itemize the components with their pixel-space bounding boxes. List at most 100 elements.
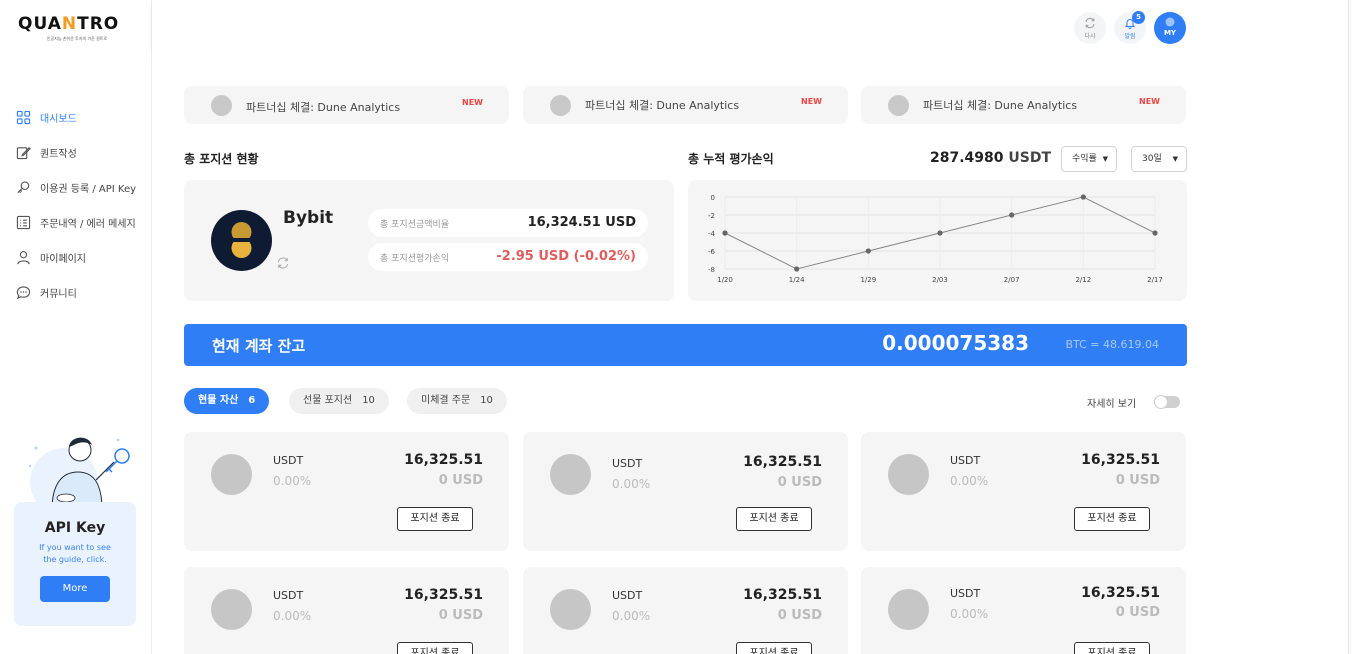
x-tick-label: 2/17	[1147, 276, 1163, 284]
cumulative-line-chart: 0 -2 -4 -6 -81/20 1/24 1/29 2/03 2/07 2/12 2/17	[708, 194, 1163, 284]
person-illustration-icon	[28, 437, 130, 510]
chevron-down-icon: ▼	[1172, 155, 1178, 163]
close-position-button[interactable]: 포지션 종료	[736, 507, 812, 531]
coin-icon	[211, 589, 252, 630]
more-button[interactable]: More	[40, 576, 110, 602]
asset-card: USDT 0.00% 16,325.51 0 USD 포지션 종료	[184, 567, 509, 654]
refresh-label: 다시	[1084, 33, 1096, 40]
asset-amount: 16,325.51	[743, 587, 822, 603]
detail-view-label: 자세히 보기	[1087, 399, 1137, 410]
detail-view-toggle[interactable]	[1154, 395, 1180, 409]
positions-title: 총 포지션 현황	[184, 152, 259, 166]
news-thumbnail	[550, 95, 571, 116]
asset-percent: 0.00%	[273, 609, 312, 623]
asset-amount: 16,325.51	[404, 587, 483, 603]
close-position-button[interactable]: 포지션 종료	[736, 642, 812, 654]
positions-card: Bybit 총 포지션금액비율 16,324.51 USD 총 포지션평가손익 …	[184, 180, 674, 301]
asset-amount: 16,325.51	[1081, 585, 1160, 601]
y-tick-label: 0	[711, 194, 715, 202]
sidebar-item-label: 대시보드	[40, 113, 77, 125]
news-thumbnail	[211, 95, 232, 116]
edit-icon	[16, 146, 31, 159]
asset-symbol: USDT	[950, 587, 981, 600]
alarm-count-badge: 5	[1132, 11, 1145, 24]
sidebar-item-orders[interactable]: 주문내역 / 에러 메세지	[16, 213, 136, 231]
key-icon	[17, 180, 30, 193]
news-item[interactable]: 파트너십 체결: Dune Analytics NEW	[184, 86, 509, 124]
sidebar-item-label: 커뮤니티	[40, 288, 77, 300]
news-text: 파트너십 체결: Dune Analytics	[585, 99, 740, 112]
data-point	[1009, 212, 1015, 218]
x-tick-label: 1/24	[789, 276, 805, 284]
refresh-button[interactable]: 다시	[1074, 12, 1106, 44]
balance-btc-rate: BTC = 48.619.04	[1065, 338, 1160, 351]
new-badge: NEW	[1139, 97, 1160, 106]
my-label: MY	[1163, 29, 1177, 37]
sidebar-item-community[interactable]: 커뮤니티	[16, 283, 136, 301]
sidebar-item-mypage[interactable]: 마이페이지	[16, 248, 136, 266]
asset-percent: 0.00%	[273, 474, 312, 488]
asset-card: USDT 0.00% 16,325.51 0 USD 포지션 종료	[523, 567, 848, 654]
tab-open-orders[interactable]: 미체결 주문 10	[407, 388, 507, 414]
scrollbar[interactable]	[1348, 0, 1352, 654]
close-position-button[interactable]: 포지션 종료	[1074, 642, 1150, 654]
promo-title: API Key	[44, 520, 106, 536]
asset-amount: 16,325.51	[1081, 452, 1160, 468]
sidebar-item-quant-write[interactable]: 퀀트작성	[16, 143, 136, 161]
news-item[interactable]: 파트너십 체결: Dune Analytics NEW	[861, 86, 1186, 124]
asset-usd: 0 USD	[438, 473, 483, 488]
asset-symbol: USDT	[612, 457, 643, 470]
close-position-button[interactable]: 포지션 종료	[397, 507, 473, 531]
data-point	[794, 266, 800, 272]
asset-symbol: USDT	[273, 589, 304, 602]
position-pnl-label: 총 포지션평가손익	[380, 254, 450, 264]
account-balance-bar: 현재 계좌 잔고 0.000075383 BTC = 48.619.04	[184, 324, 1187, 366]
y-tick-label: -4	[708, 230, 716, 238]
asset-percent: 0.00%	[612, 477, 651, 491]
coin-icon	[550, 454, 591, 495]
alarm-label: 알림	[1124, 33, 1136, 40]
user-icon	[17, 250, 30, 264]
news-text: 파트너십 체결: Dune Analytics	[246, 101, 401, 114]
asset-amount: 16,325.51	[743, 454, 822, 470]
asset-usd: 0 USD	[438, 608, 483, 623]
cumulative-value: 287.4980 USDT	[930, 150, 1052, 166]
sidebar-item-label: 이용권 등록 / API Key	[40, 183, 137, 195]
logo-tagline: 인공지능 손쉬운 투자의 기준 퀀트로	[46, 36, 108, 41]
close-position-button[interactable]: 포지션 종료	[1074, 507, 1150, 531]
data-point	[865, 248, 871, 254]
list-icon	[16, 215, 31, 229]
asset-card: USDT 0.00% 16,325.51 0 USD 포지션 종료	[861, 567, 1186, 654]
y-tick-label: -2	[708, 212, 715, 220]
data-point	[937, 230, 943, 236]
promo-description: If you want to see the guide, click.	[39, 543, 111, 564]
chevron-down-icon: ▼	[1102, 155, 1108, 163]
total-position-value: 16,324.51 USD	[527, 215, 636, 230]
x-tick-label: 2/03	[932, 276, 948, 284]
tab-spot-assets[interactable]: 현물 자산 6	[184, 388, 270, 414]
coin-icon	[231, 222, 252, 258]
logo[interactable]: QUANTRO 인공지능 손쉬운 투자의 기준 퀀트로	[18, 14, 136, 42]
period-select[interactable]: 30일 ▼	[1131, 146, 1187, 172]
asset-percent: 0.00%	[950, 474, 989, 488]
sidebar-item-dashboard[interactable]: 대시보드	[16, 108, 136, 126]
refresh-icon	[1085, 17, 1095, 29]
balance-label: 현재 계좌 잔고	[212, 337, 306, 355]
asset-card: USDT 0.00% 16,325.51 0 USD 포지션 종료	[523, 432, 848, 551]
coin-icon	[888, 454, 929, 495]
tab-futures-positions[interactable]: 선물 포지션 10	[289, 388, 389, 414]
main-content: 파트너십 체결: Dune Analytics NEW 파트너십 체결: Dun…	[152, 54, 1348, 654]
sidebar-item-api-key[interactable]: 이용권 등록 / API Key	[16, 178, 136, 196]
my-account-button[interactable]: MY	[1154, 12, 1186, 44]
asset-usd: 0 USD	[1115, 605, 1160, 620]
close-position-button[interactable]: 포지션 종료	[397, 642, 473, 654]
position-pnl-value: -2.95 USD (-0.02%)	[496, 249, 636, 264]
metric-select[interactable]: 수익률 ▼	[1061, 146, 1117, 172]
sync-icon[interactable]	[276, 256, 290, 270]
sidebar-nav: 대시보드 퀀트작성 이용권 등록 / API Key 주문내역 / 에러 메세지…	[16, 108, 136, 318]
asset-card: USDT 0.00% 16,325.51 0 USD 포지션 종료	[861, 432, 1186, 551]
asset-symbol: USDT	[273, 454, 304, 467]
sidebar-item-label: 주문내역 / 에러 메세지	[40, 218, 136, 230]
news-item[interactable]: 파트너십 체결: Dune Analytics NEW	[523, 86, 848, 124]
asset-card: USDT 0.00% 16,325.51 0 USD 포지션 종료	[184, 432, 509, 551]
